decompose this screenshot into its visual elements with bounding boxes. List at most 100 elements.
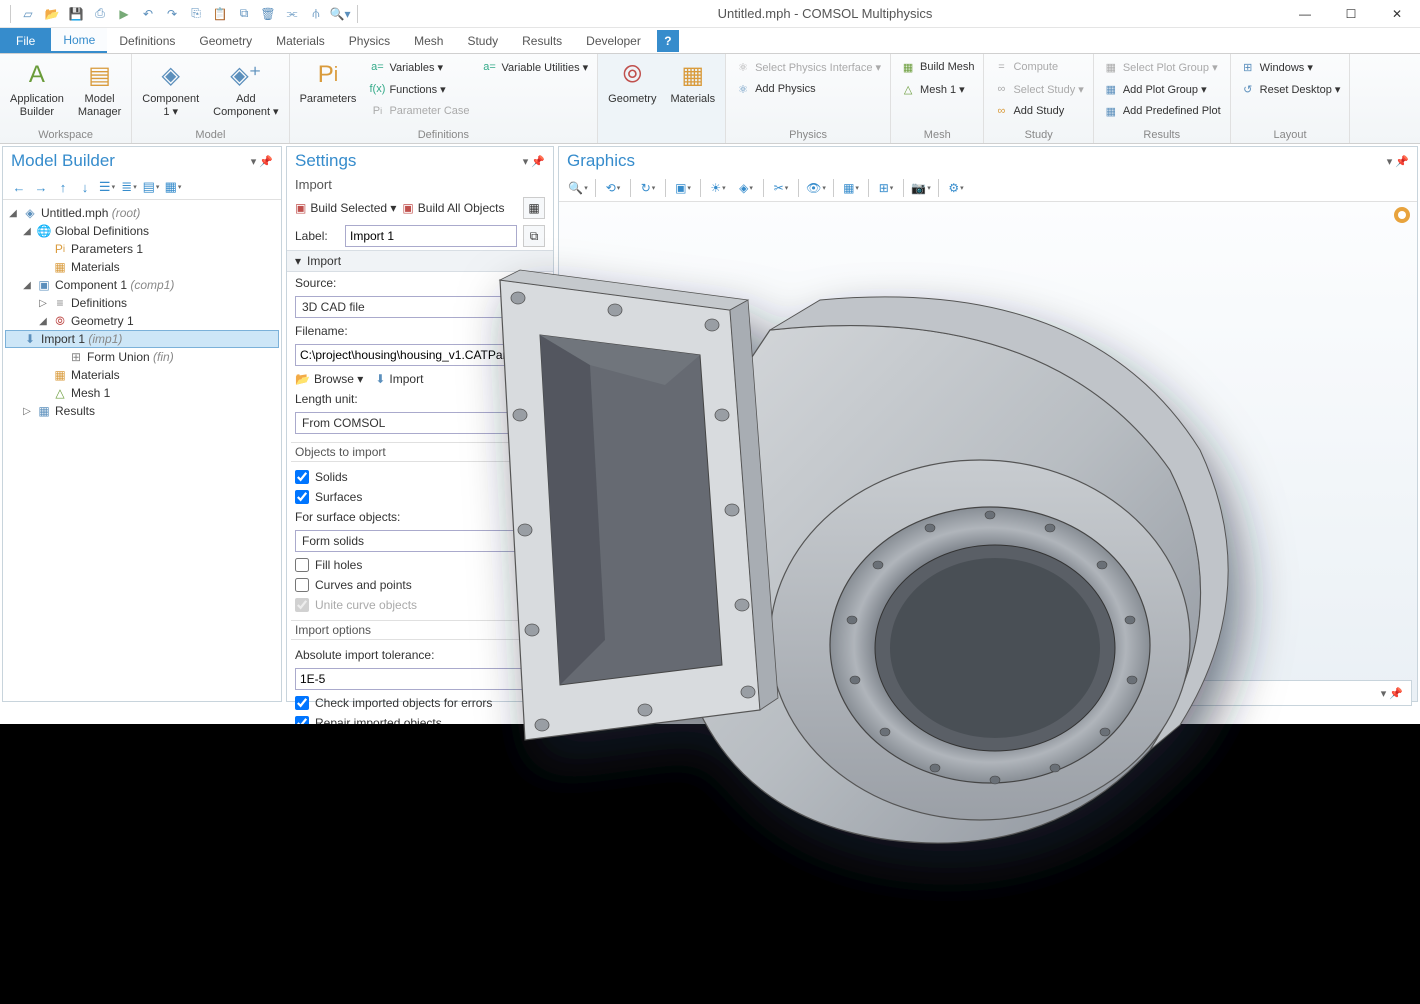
- qat-redo-icon[interactable]: ↷: [161, 3, 183, 25]
- reset-icon[interactable]: ⚙: [943, 177, 969, 199]
- qat-duplicate-icon[interactable]: ⧉: [233, 3, 255, 25]
- messages-panel[interactable]: Me ▾ 📌: [570, 680, 1412, 706]
- parameters-button[interactable]: Pi Parameters: [294, 56, 363, 109]
- add-study-button[interactable]: ∞Add Study: [988, 100, 1088, 122]
- tree-materials-global[interactable]: ▦Materials: [5, 258, 279, 276]
- build-all-button[interactable]: ▣Build All Objects: [402, 201, 504, 215]
- mb-collapse-icon[interactable]: ≣: [119, 177, 139, 197]
- qat-icon-a[interactable]: ⫘: [281, 3, 303, 25]
- grid-icon[interactable]: ⊞: [873, 177, 899, 199]
- graphics-dropdown-icon[interactable]: ▾: [1387, 155, 1393, 168]
- fill-holes-checkbox[interactable]: Fill holes: [295, 558, 545, 572]
- qat-undo-icon[interactable]: ↶: [137, 3, 159, 25]
- check-errors-checkbox[interactable]: Check imported objects for errors: [295, 696, 545, 710]
- mb-show-icon[interactable]: ☰: [97, 177, 117, 197]
- file-menu[interactable]: File: [0, 28, 51, 53]
- select-icon[interactable]: ▣: [670, 177, 696, 199]
- tree-mesh[interactable]: △Mesh 1: [5, 384, 279, 402]
- qat-search-icon[interactable]: 🔍▾: [329, 3, 351, 25]
- tab-home[interactable]: Home: [51, 28, 107, 53]
- tab-study[interactable]: Study: [455, 28, 510, 53]
- settings-dropdown-icon[interactable]: ▾: [523, 155, 529, 168]
- variable-utilities-button[interactable]: a=Variable Utilities ▾: [477, 56, 594, 78]
- qat-copy-icon[interactable]: ⎘: [185, 3, 207, 25]
- tree-form-union[interactable]: ⊞Form Union (fin): [5, 348, 279, 366]
- clip-icon[interactable]: ✂: [768, 177, 794, 199]
- import-button[interactable]: ⬇Import: [375, 372, 423, 386]
- filename-action-icon[interactable]: ⋯: [523, 344, 545, 366]
- qat-saveas-icon[interactable]: ⎙: [89, 3, 111, 25]
- tab-developer[interactable]: Developer: [574, 28, 653, 53]
- zoom-icon[interactable]: 🔍: [565, 177, 591, 199]
- tree-import[interactable]: ⬇Import 1 (imp1): [5, 330, 279, 348]
- panel-dropdown-icon[interactable]: ▾: [251, 155, 257, 168]
- mesh1-button[interactable]: △Mesh 1 ▾: [895, 78, 979, 100]
- browse-button[interactable]: 📂Browse ▾: [295, 372, 363, 386]
- mb-down-icon[interactable]: ↓: [75, 177, 95, 197]
- import-section-header[interactable]: ▾ Import: [287, 250, 553, 272]
- qat-delete-icon[interactable]: 🗑: [257, 3, 279, 25]
- add-component-button[interactable]: ◈⁺ AddComponent ▾: [207, 56, 284, 121]
- build-selected-button[interactable]: ▣Build Selected ▾: [295, 201, 396, 215]
- help-button[interactable]: ?: [657, 30, 679, 52]
- geometry-button[interactable]: ⦾ Geometry: [602, 56, 662, 109]
- application-builder-button[interactable]: A ApplicationBuilder: [4, 56, 70, 121]
- qat-paste-icon[interactable]: 📋: [209, 3, 231, 25]
- length-unit-combo[interactable]: From COMSOL: [295, 412, 545, 434]
- qat-open-icon[interactable]: 📂: [41, 3, 63, 25]
- tab-materials[interactable]: Materials: [264, 28, 337, 53]
- mesh-icon[interactable]: ▦: [838, 177, 864, 199]
- curves-checkbox[interactable]: Curves and points: [295, 578, 545, 592]
- windows-button[interactable]: ⊞Windows ▾: [1235, 56, 1346, 78]
- transparency-icon[interactable]: ◈: [733, 177, 759, 199]
- source-combo[interactable]: 3D CAD file: [295, 296, 545, 318]
- orbit-icon[interactable]: ⟲: [600, 177, 626, 199]
- build-mesh-button[interactable]: ▦Build Mesh: [895, 56, 979, 78]
- tree-geometry[interactable]: ◢⦾Geometry 1: [5, 312, 279, 330]
- add-predefined-plot-button[interactable]: ▦Add Predefined Plot: [1098, 100, 1226, 122]
- tab-results[interactable]: Results: [510, 28, 574, 53]
- tab-definitions[interactable]: Definitions: [107, 28, 187, 53]
- tree-definitions[interactable]: ▷≡Definitions: [5, 294, 279, 312]
- materials-button[interactable]: ▦ Materials: [664, 56, 721, 109]
- component-button[interactable]: ◈ Component1 ▾: [136, 56, 205, 121]
- mb-filter-icon[interactable]: ▦: [163, 177, 183, 197]
- qat-run-icon[interactable]: ▶: [113, 3, 135, 25]
- qat-save-icon[interactable]: 💾: [65, 3, 87, 25]
- mb-up-icon[interactable]: ↑: [53, 177, 73, 197]
- hide-icon[interactable]: 👁: [803, 177, 829, 199]
- image-icon[interactable]: 📷: [908, 177, 934, 199]
- surfaces-checkbox[interactable]: Surfaces: [295, 490, 545, 504]
- panel-pin-icon[interactable]: 📌: [259, 155, 273, 168]
- minimize-button[interactable]: —: [1282, 0, 1328, 28]
- tab-mesh[interactable]: Mesh: [402, 28, 455, 53]
- settings-pin-icon[interactable]: 📌: [531, 155, 545, 168]
- solids-checkbox[interactable]: Solids: [295, 470, 545, 484]
- maximize-button[interactable]: ☐: [1328, 0, 1374, 28]
- tab-geometry[interactable]: Geometry: [187, 28, 264, 53]
- tree-root[interactable]: ◢◈Untitled.mph (root): [5, 204, 279, 222]
- label-link-icon[interactable]: ⧉: [523, 225, 545, 247]
- add-plot-group-button[interactable]: ▦Add Plot Group ▾: [1098, 78, 1226, 100]
- reset-desktop-button[interactable]: ↺Reset Desktop ▾: [1235, 78, 1346, 100]
- add-physics-button[interactable]: ⚛Add Physics: [730, 78, 886, 100]
- tree-global-definitions[interactable]: ◢🌐Global Definitions: [5, 222, 279, 240]
- label-input[interactable]: [345, 225, 517, 247]
- tree-parameters[interactable]: PiParameters 1: [5, 240, 279, 258]
- graphics-canvas[interactable]: [559, 202, 1417, 701]
- abs-tol-input[interactable]: [295, 668, 545, 690]
- close-button[interactable]: ✕: [1374, 0, 1420, 28]
- build-extra-icon[interactable]: ▦: [523, 197, 545, 219]
- tree-materials-comp[interactable]: ▦Materials: [5, 366, 279, 384]
- graphics-pin-icon[interactable]: 📌: [1395, 155, 1409, 168]
- functions-button[interactable]: f(x)Functions ▾: [364, 78, 474, 100]
- mb-expand-icon[interactable]: ▤: [141, 177, 161, 197]
- qat-icon-b[interactable]: ⫛: [305, 3, 327, 25]
- scene-light-icon[interactable]: ☀: [705, 177, 731, 199]
- tab-physics[interactable]: Physics: [337, 28, 402, 53]
- form-solids-combo[interactable]: Form solids: [295, 530, 545, 552]
- mb-back-icon[interactable]: ←: [9, 177, 29, 197]
- variables-button[interactable]: a=Variables ▾: [364, 56, 474, 78]
- tree-results[interactable]: ▷▦Results: [5, 402, 279, 420]
- qat-new-icon[interactable]: ▱: [17, 3, 39, 25]
